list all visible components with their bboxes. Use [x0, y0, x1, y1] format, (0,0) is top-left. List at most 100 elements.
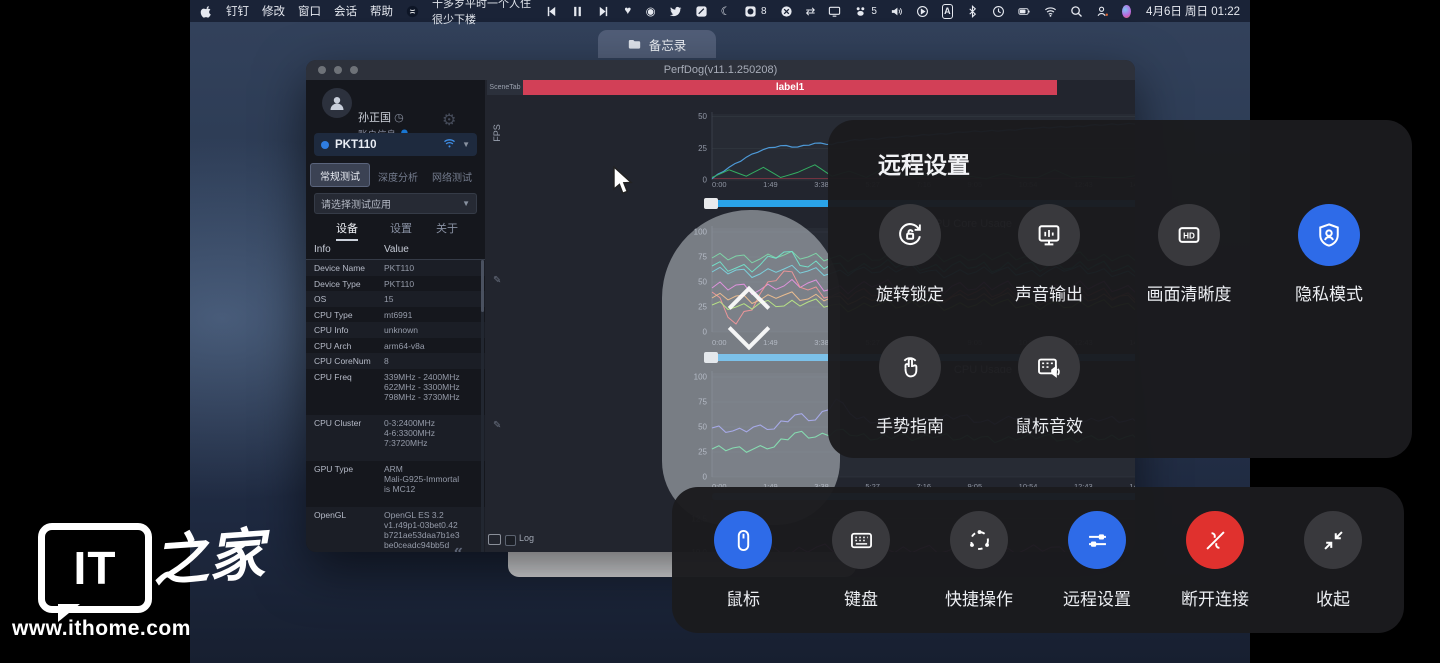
tab-network-test[interactable]: 网络测试: [432, 169, 472, 184]
mouse-button[interactable]: 鼠标: [683, 511, 803, 610]
mouse-icon: [737, 529, 749, 551]
edit-pencil-icon[interactable]: ✎: [493, 420, 501, 431]
screen-time-icon[interactable]: [992, 4, 1005, 18]
table-row[interactable]: CPU Cluster 0-3:2400MHz 4-6:3300MHz 7:372…: [306, 414, 485, 461]
display-icon[interactable]: [828, 4, 841, 18]
audio-output-button[interactable]: 声音输出: [979, 204, 1119, 305]
gear-icon[interactable]: ⚙: [442, 110, 456, 130]
mouse-cursor: [612, 165, 638, 201]
minimize-window-icon[interactable]: [334, 66, 342, 74]
window-titlebar[interactable]: PerfDog(v11.1.250208): [306, 60, 1135, 80]
tab-settings[interactable]: 设置: [390, 220, 412, 236]
play-circle-icon[interactable]: [916, 4, 929, 18]
tab-deep-analysis[interactable]: 深度分析: [378, 169, 418, 184]
collapse-button[interactable]: 收起: [1273, 511, 1393, 610]
tab-about[interactable]: 关于: [436, 220, 458, 236]
svg-text:HD: HD: [1183, 232, 1195, 241]
browser-app-icon[interactable]: [744, 4, 757, 18]
table-row[interactable]: CPU CoreNum 8: [306, 353, 485, 369]
ithome-logo-script: 之家: [150, 524, 267, 594]
privacy-mode-button[interactable]: 隐私模式: [1259, 204, 1399, 305]
sidebar-collapse-icon[interactable]: «: [454, 542, 463, 552]
music-app-icon[interactable]: [406, 4, 419, 18]
test-app-select-placeholder: 请选择测试应用: [321, 200, 391, 211]
switch-arrows-icon[interactable]: ⇄: [806, 4, 816, 18]
menu-item-session[interactable]: 会话: [334, 3, 357, 19]
mouse-sfx-button[interactable]: 鼠标音效: [979, 336, 1119, 437]
table-row[interactable]: CPU Info unknown: [306, 322, 485, 338]
gesture-guide-button[interactable]: 手势指南: [840, 336, 980, 437]
memo-tab-label: 备忘录: [648, 38, 687, 53]
wifi-icon[interactable]: [1044, 4, 1057, 18]
close-window-icon[interactable]: [318, 66, 326, 74]
quick-actions-button[interactable]: 快捷操作: [919, 511, 1039, 610]
rotation-lock-button[interactable]: 旋转锁定: [840, 204, 980, 305]
ithome-logo: IT: [38, 523, 152, 613]
hd-quality-button[interactable]: HD 画面清晰度: [1119, 204, 1259, 305]
sidebar-scrollbar[interactable]: [481, 260, 484, 552]
tab-device-info[interactable]: 设备: [336, 220, 358, 241]
scene-label-bar: label1: [523, 80, 1057, 95]
info-label: CPU Type: [314, 309, 353, 320]
table-row[interactable]: Device Name PKT110: [306, 260, 485, 276]
info-value: unknown: [384, 325, 419, 335]
table-row[interactable]: OS 15: [306, 291, 485, 307]
do-not-disturb-moon-icon[interactable]: ☾: [721, 4, 731, 18]
disconnect-button[interactable]: 断开连接: [1155, 511, 1275, 610]
log-checkbox[interactable]: [505, 535, 516, 546]
device-status-dot: [321, 140, 329, 149]
table-row[interactable]: GPU Type ARM Mali-G925-Immortal is MC12: [306, 461, 485, 507]
log-checkbox-label: Log: [519, 533, 535, 543]
disc-icon[interactable]: ◉: [646, 4, 656, 18]
x-tick-label: 0:00: [712, 180, 727, 189]
bird-app-icon[interactable]: [669, 4, 682, 18]
info-value: PKT110: [384, 278, 415, 289]
virtual-mouse-overlay[interactable]: [662, 210, 840, 525]
menu-item-edit[interactable]: 修改: [262, 3, 285, 19]
bluetooth-icon[interactable]: [966, 4, 979, 18]
memo-app-tab[interactable]: 备忘录: [598, 30, 716, 58]
notes-widget-icon[interactable]: [695, 4, 708, 18]
browser-badge-count: 8: [760, 5, 767, 17]
input-method-icon[interactable]: A: [941, 3, 953, 19]
tab-normal-test[interactable]: 常规测试: [310, 163, 370, 187]
table-row[interactable]: CPU Freq 339MHz - 2400MHz 622MHz - 3300MH…: [306, 369, 485, 415]
table-row[interactable]: CPU Type mt6991: [306, 307, 485, 323]
zoom-window-icon[interactable]: [350, 66, 358, 74]
perfdog-sidebar: 孙正国 ◷ 账户信息 👤 ⚙ PKT110 ▼ 常规测试 深度分析 网络测试 请…: [306, 80, 485, 552]
device-info-table-header: Info Value: [306, 242, 485, 260]
volume-icon[interactable]: [890, 4, 903, 18]
avatar[interactable]: [322, 88, 352, 118]
info-label: OpenGL: [314, 509, 347, 520]
svg-text:25: 25: [698, 144, 707, 153]
paw-app-icon[interactable]: [854, 4, 867, 18]
menu-item-window[interactable]: 窗口: [298, 3, 321, 19]
previous-track-icon[interactable]: [545, 4, 558, 18]
menu-item-help[interactable]: 帮助: [370, 3, 393, 19]
test-app-select[interactable]: 请选择测试应用 ▼: [314, 193, 477, 214]
info-label: CPU CoreNum: [314, 356, 371, 366]
info-value: 8: [384, 356, 389, 366]
keyboard-button[interactable]: 键盘: [801, 511, 921, 610]
favorite-heart-icon[interactable]: ♥: [623, 4, 633, 18]
remote-settings-button[interactable]: 远程设置: [1037, 511, 1157, 610]
fan-utility-icon[interactable]: [780, 4, 793, 18]
menu-item-dingtalk[interactable]: 钉钉: [226, 3, 249, 19]
pause-icon[interactable]: [571, 4, 584, 18]
device-selector[interactable]: PKT110 ▼: [314, 133, 477, 156]
apple-menu-icon[interactable]: [200, 4, 213, 18]
remote-settings-panel: 远程设置 旋转锁定 声音输出 HD 画面清晰度 隐私模式 手势指南 鼠标音效: [828, 120, 1412, 458]
menu-bar-clock[interactable]: 4月6日 周日 01:22: [1146, 3, 1240, 19]
user-switch-icon[interactable]: [1096, 4, 1109, 18]
screenshot-frame-icon[interactable]: [488, 534, 501, 545]
info-label: CPU Info: [314, 325, 349, 335]
battery-icon[interactable]: [1018, 4, 1031, 18]
table-row[interactable]: CPU Arch arm64-v8a: [306, 338, 485, 354]
fps-slider-handle[interactable]: [704, 198, 718, 209]
table-row[interactable]: Device Type PKT110: [306, 276, 485, 292]
spotlight-search-icon[interactable]: [1070, 4, 1083, 18]
edit-pencil-icon[interactable]: ✎: [493, 275, 501, 286]
next-track-icon[interactable]: [597, 4, 610, 18]
siri-icon[interactable]: [1121, 4, 1132, 18]
quick-actions-icon: [969, 529, 989, 550]
